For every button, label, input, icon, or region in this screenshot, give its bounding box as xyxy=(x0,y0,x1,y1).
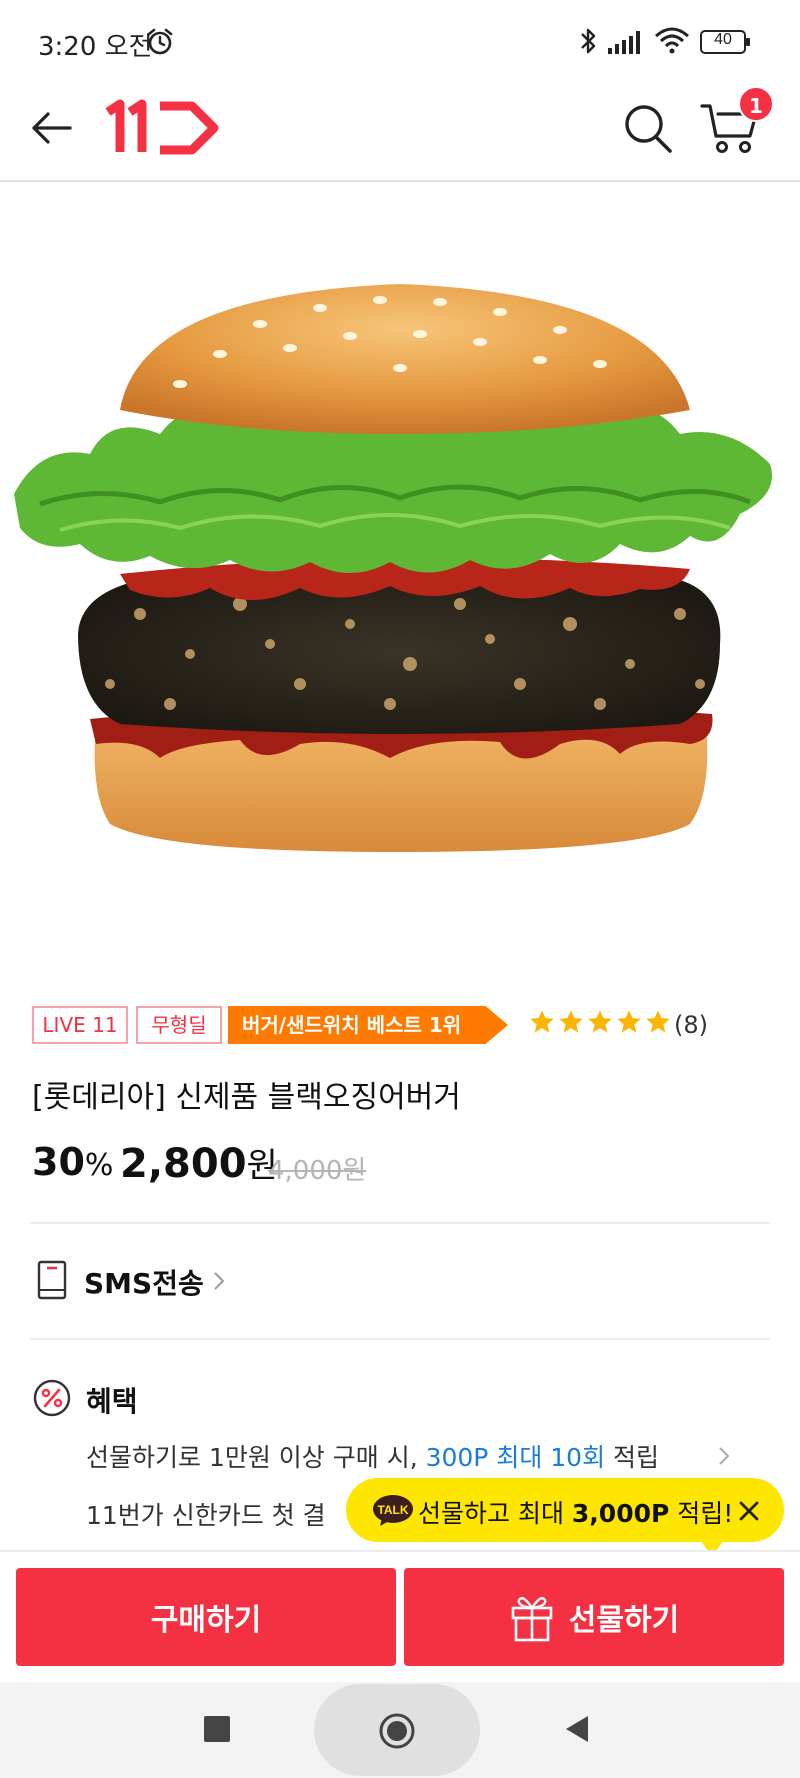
buy-button-label: 구매하기 xyxy=(150,1603,262,1638)
back-arrow-icon[interactable] xyxy=(28,104,76,152)
no-shape-deal-tag: 무형딜 xyxy=(136,1006,222,1044)
bottom-action-bar: 구매하기 선물하기 xyxy=(0,1550,800,1682)
live11-tag: LIVE 11 xyxy=(32,1006,128,1044)
sms-send-label: SMS전송 xyxy=(84,1267,204,1300)
status-time: 3:20 오전 xyxy=(38,32,153,62)
price-row: 30% 2,800원 4,000원 xyxy=(32,1138,772,1188)
chevron-right-icon[interactable] xyxy=(718,1446,730,1466)
benefit-header: 혜택 xyxy=(30,1374,770,1424)
product-image[interactable] xyxy=(0,184,800,964)
status-bar: 3:20 오전 40 xyxy=(0,0,800,80)
discount-value: 30 xyxy=(32,1140,85,1184)
price-value: 2,800 xyxy=(120,1141,247,1187)
gift-button[interactable]: 선물하기 xyxy=(404,1568,784,1666)
nav-back-icon[interactable] xyxy=(562,1714,590,1744)
rating-stars[interactable] xyxy=(528,1008,673,1042)
chevron-right-icon xyxy=(214,1272,225,1290)
sale-price: 2,800원 xyxy=(120,1138,278,1187)
star-icon xyxy=(646,1010,670,1033)
bluetooth-icon xyxy=(581,28,596,54)
percent-icon xyxy=(33,1379,71,1417)
star-icon xyxy=(559,1010,583,1033)
star-icon xyxy=(588,1010,612,1033)
signal-icon xyxy=(608,31,640,54)
best-rank-tag: 버거/샌드위치 베스트 1위 xyxy=(228,1006,508,1044)
tooltip-text: 적립! xyxy=(669,1499,734,1528)
discount-unit: % xyxy=(84,1148,114,1183)
home-icon[interactable] xyxy=(378,1712,416,1750)
benefit-text: 선물하기로 1만원 이상 구매 시, xyxy=(86,1443,426,1472)
gift-button-label: 선물하기 xyxy=(568,1603,680,1638)
tooltip-text: 선물하고 최대 xyxy=(418,1499,572,1528)
11st-logo-icon[interactable] xyxy=(104,98,222,158)
system-nav-bar xyxy=(0,1682,800,1778)
gift-icon xyxy=(511,1597,553,1642)
discount-rate: 30% xyxy=(32,1140,113,1184)
tooltip-point: 3,000P xyxy=(571,1499,670,1528)
close-icon[interactable] xyxy=(736,1498,762,1524)
benefit-text: 적립 xyxy=(605,1443,660,1472)
star-icon xyxy=(530,1010,554,1033)
kakao-talk-icon: TALK xyxy=(373,1495,413,1526)
phone-icon xyxy=(37,1260,67,1300)
benefit-label: 혜택 xyxy=(86,1385,138,1418)
divider xyxy=(30,1222,770,1224)
review-count[interactable]: (8) xyxy=(674,1011,708,1039)
product-tags: LIVE 11 무형딜 버거/샌드위치 베스트 1위 (8) xyxy=(32,1006,772,1046)
battery-level: 40 xyxy=(714,31,732,48)
benefit-highlight: 300P 최대 10회 xyxy=(425,1443,606,1472)
app-header: 1 xyxy=(0,80,800,182)
product-title: [롯데리아] 신제품 블랙오징어버거 xyxy=(32,1080,461,1115)
talk-tooltip-text: 선물하고 최대 3,000P 적립! xyxy=(418,1494,733,1530)
divider xyxy=(30,1338,770,1340)
svg-text:TALK: TALK xyxy=(377,1503,408,1517)
card-benefit[interactable]: 11번가 신한카드 첫 결 xyxy=(86,1496,326,1532)
original-price: 4,000원 xyxy=(268,1156,367,1186)
gift-point-benefit[interactable]: 선물하기로 1만원 이상 구매 시, 300P 최대 10회 적립 xyxy=(86,1438,659,1474)
cart-count-badge: 1 xyxy=(738,86,774,122)
search-icon[interactable] xyxy=(622,100,674,156)
sms-send-row[interactable]: SMS전송 xyxy=(30,1252,770,1308)
wifi-icon xyxy=(655,27,689,54)
recent-apps-icon[interactable] xyxy=(204,1716,230,1742)
star-icon xyxy=(617,1010,641,1033)
alarm-icon xyxy=(147,28,173,55)
buy-button[interactable]: 구매하기 xyxy=(16,1568,396,1666)
